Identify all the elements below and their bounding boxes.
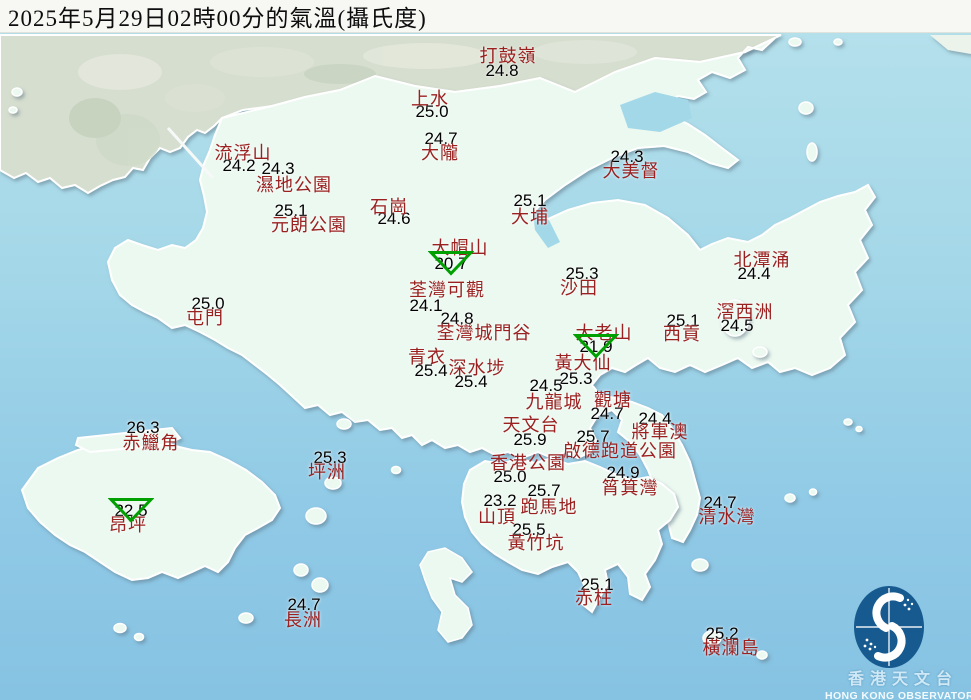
station-name: 天文台: [503, 411, 560, 437]
station-name: 大埔: [511, 203, 549, 229]
station-name: 筲箕灣: [602, 474, 659, 500]
station-name: 荃灣可觀: [409, 276, 485, 302]
station-name: 黃竹坑: [508, 529, 565, 555]
station-name: 觀塘: [594, 386, 632, 412]
station-name: 昂坪: [109, 511, 147, 537]
station-name: 跑馬地: [521, 493, 578, 519]
station-name: 長洲: [284, 606, 322, 632]
station-name: 清水灣: [699, 503, 756, 529]
hko-logo-chinese-text: 香港天文台: [822, 672, 971, 688]
station-name: 大隴: [421, 139, 459, 165]
station-name: 石崗: [370, 193, 408, 219]
station-name: 滘西洲: [717, 298, 774, 324]
station-name: 屯門: [186, 304, 224, 330]
station-name: 西貢: [663, 320, 701, 346]
station-name: 赤鱲角: [123, 429, 180, 455]
station-name: 啟德跑道公園: [563, 437, 677, 463]
station-name: 山頂: [478, 503, 516, 529]
station-name: 大帽山: [432, 234, 489, 260]
map-title: 2025年5月29日02時00分的氣溫(攝氏度): [8, 0, 427, 33]
hko-temperature-map-screen: 2025年5月29日02時00分的氣溫(攝氏度) 24.8打鼓嶺25.0上水24…: [0, 0, 971, 700]
station-name: 青衣: [408, 343, 446, 369]
hko-logo-icon: [853, 585, 925, 669]
station-name: 沙田: [560, 274, 598, 300]
station-name: 香港公園: [490, 449, 566, 475]
station-name: 橫瀾島: [703, 634, 760, 660]
station-name: 上水: [411, 85, 449, 111]
station-name: 大老山: [576, 319, 633, 345]
title-bar: 2025年5月29日02時00分的氣溫(攝氏度): [0, 0, 971, 33]
station-name: 北潭涌: [734, 246, 791, 272]
station-name: 坪洲: [308, 458, 346, 484]
station-name: 大美督: [603, 157, 660, 183]
hko-logo: 香港天文台 HONG KONG OBSERVATORY: [822, 585, 971, 700]
station-name: 打鼓嶺: [480, 42, 537, 68]
station-name: 黃大仙: [555, 349, 612, 375]
station-name: 元朗公園: [271, 211, 347, 237]
station-name: 深水埗: [449, 354, 506, 380]
station-name: 濕地公園: [256, 171, 332, 197]
station-name: 荃灣城門谷: [437, 319, 532, 345]
hko-logo-english-text: HONG KONG OBSERVATORY: [822, 691, 971, 700]
station-name: 赤柱: [575, 584, 613, 610]
